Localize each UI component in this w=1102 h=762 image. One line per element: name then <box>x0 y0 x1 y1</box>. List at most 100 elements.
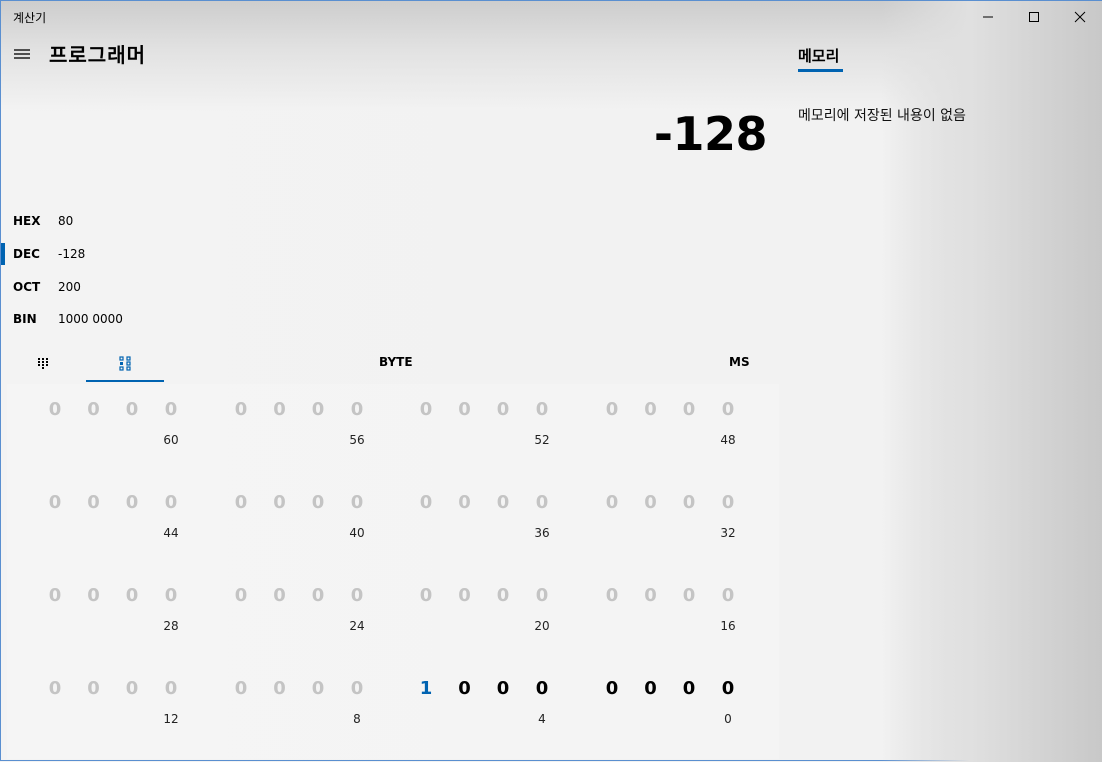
bit-toggle[interactable]: 0 <box>491 678 515 699</box>
bit-toggle[interactable]: 0 <box>600 585 624 606</box>
bit-toggle[interactable]: 0 <box>453 678 477 699</box>
bit-toggle[interactable]: 0 <box>306 492 330 513</box>
bit-toggle[interactable]: 0 <box>43 678 67 699</box>
bit-position-label: 32 <box>720 526 736 540</box>
minimize-button[interactable] <box>965 1 1011 33</box>
radix-row-oct[interactable]: OCT 200 <box>1 272 301 302</box>
bit-position-label: 60 <box>163 433 179 447</box>
result-display: -128 <box>653 107 768 161</box>
bit-position-label: 48 <box>720 433 736 447</box>
bit-toggle[interactable]: 0 <box>345 678 369 699</box>
bit-toggle[interactable]: 0 <box>306 678 330 699</box>
bit-toggle[interactable]: 0 <box>414 585 438 606</box>
bit-position-label: 4 <box>538 712 546 726</box>
bit-toggle[interactable]: 0 <box>268 585 292 606</box>
bit-toggle[interactable]: 0 <box>120 585 144 606</box>
close-icon <box>1074 11 1086 23</box>
memory-store-button[interactable]: MS <box>729 355 750 369</box>
bit-toggle[interactable]: 0 <box>229 678 253 699</box>
bit-toggle[interactable]: 0 <box>43 585 67 606</box>
bit-toggle[interactable]: 0 <box>82 399 106 420</box>
radix-row-hex[interactable]: HEX 80 <box>1 206 301 236</box>
bit-toggle[interactable]: 0 <box>491 399 515 420</box>
bit-toggle[interactable]: 0 <box>345 585 369 606</box>
bit-toggle[interactable]: 0 <box>345 399 369 420</box>
bit-position-label: 44 <box>163 526 179 540</box>
radix-row-dec[interactable]: DEC -128 <box>1 239 301 269</box>
bit-toggle[interactable]: 0 <box>639 585 663 606</box>
bit-toggle[interactable]: 0 <box>229 399 253 420</box>
memory-tab[interactable]: 메모리 <box>798 45 839 66</box>
bit-toggle[interactable]: 0 <box>120 399 144 420</box>
bit-toggle[interactable]: 0 <box>453 399 477 420</box>
bit-toggle[interactable]: 0 <box>82 492 106 513</box>
radix-label: OCT <box>13 280 41 294</box>
maximize-button[interactable] <box>1011 1 1057 33</box>
bit-toggle-icon <box>119 356 131 371</box>
bit-toggle[interactable]: 0 <box>306 399 330 420</box>
bit-toggle[interactable]: 0 <box>306 585 330 606</box>
bit-toggle[interactable]: 0 <box>677 492 701 513</box>
bit-toggle[interactable]: 0 <box>600 678 624 699</box>
bit-toggle[interactable]: 0 <box>453 492 477 513</box>
bit-toggle[interactable]: 0 <box>414 492 438 513</box>
bit-toggle[interactable]: 0 <box>600 492 624 513</box>
bit-toggle[interactable]: 0 <box>639 678 663 699</box>
title-bar: 계산기 <box>1 1 1102 33</box>
bit-toggle[interactable]: 0 <box>530 492 554 513</box>
bit-toggle[interactable]: 0 <box>43 492 67 513</box>
selection-indicator <box>1 243 5 265</box>
bit-toggle[interactable]: 0 <box>414 399 438 420</box>
bit-toggle[interactable]: 0 <box>43 399 67 420</box>
bit-toggle[interactable]: 0 <box>159 399 183 420</box>
bit-position-label: 12 <box>163 712 179 726</box>
bit-toggle[interactable]: 0 <box>268 678 292 699</box>
bit-toggle[interactable]: 0 <box>677 678 701 699</box>
bit-toggle-panel <box>7 384 779 759</box>
bit-toggle[interactable]: 0 <box>159 678 183 699</box>
full-keypad-tab[interactable] <box>11 347 77 381</box>
bit-toggle[interactable]: 0 <box>716 678 740 699</box>
word-size-button[interactable]: BYTE <box>379 355 413 369</box>
bit-toggle[interactable]: 1 <box>414 678 438 699</box>
bit-toggle[interactable]: 0 <box>453 585 477 606</box>
bit-toggle[interactable]: 0 <box>716 585 740 606</box>
bit-toggle[interactable]: 0 <box>229 492 253 513</box>
bit-toggle[interactable]: 0 <box>82 678 106 699</box>
bit-toggle[interactable]: 0 <box>82 585 106 606</box>
bit-toggle[interactable]: 0 <box>345 492 369 513</box>
bit-toggle[interactable]: 0 <box>639 492 663 513</box>
bit-toggle[interactable]: 0 <box>530 399 554 420</box>
radix-label: DEC <box>13 247 40 261</box>
radix-row-bin[interactable]: BIN 1000 0000 <box>1 304 301 334</box>
bit-toggle[interactable]: 0 <box>530 585 554 606</box>
app-title: 계산기 <box>13 11 47 25</box>
bit-toggle[interactable]: 0 <box>677 399 701 420</box>
memory-empty-message: 메모리에 저장된 내용이 없음 <box>798 108 966 124</box>
bit-toggle[interactable]: 0 <box>530 678 554 699</box>
bit-toggle[interactable]: 0 <box>229 585 253 606</box>
minimize-icon <box>983 16 993 18</box>
bit-toggle[interactable]: 0 <box>639 399 663 420</box>
bit-toggle[interactable]: 0 <box>159 585 183 606</box>
close-button[interactable] <box>1057 1 1102 33</box>
bit-toggle[interactable]: 0 <box>716 399 740 420</box>
bit-position-label: 36 <box>534 526 550 540</box>
bit-toggle[interactable]: 0 <box>120 678 144 699</box>
bit-toggle[interactable]: 0 <box>600 399 624 420</box>
bit-toggle[interactable]: 0 <box>716 492 740 513</box>
bit-position-label: 56 <box>349 433 365 447</box>
bit-toggle[interactable]: 0 <box>491 585 515 606</box>
memory-tab-underline <box>798 69 843 72</box>
bit-toggle-keypad-tab[interactable] <box>86 347 164 381</box>
bit-toggle[interactable]: 0 <box>677 585 701 606</box>
radix-label: BIN <box>13 312 37 326</box>
hamburger-menu-button[interactable] <box>9 41 35 67</box>
bit-position-label: 8 <box>353 712 361 726</box>
bit-toggle[interactable]: 0 <box>159 492 183 513</box>
keypad-icon <box>38 358 48 369</box>
bit-toggle[interactable]: 0 <box>491 492 515 513</box>
bit-toggle[interactable]: 0 <box>268 492 292 513</box>
bit-toggle[interactable]: 0 <box>120 492 144 513</box>
bit-toggle[interactable]: 0 <box>268 399 292 420</box>
